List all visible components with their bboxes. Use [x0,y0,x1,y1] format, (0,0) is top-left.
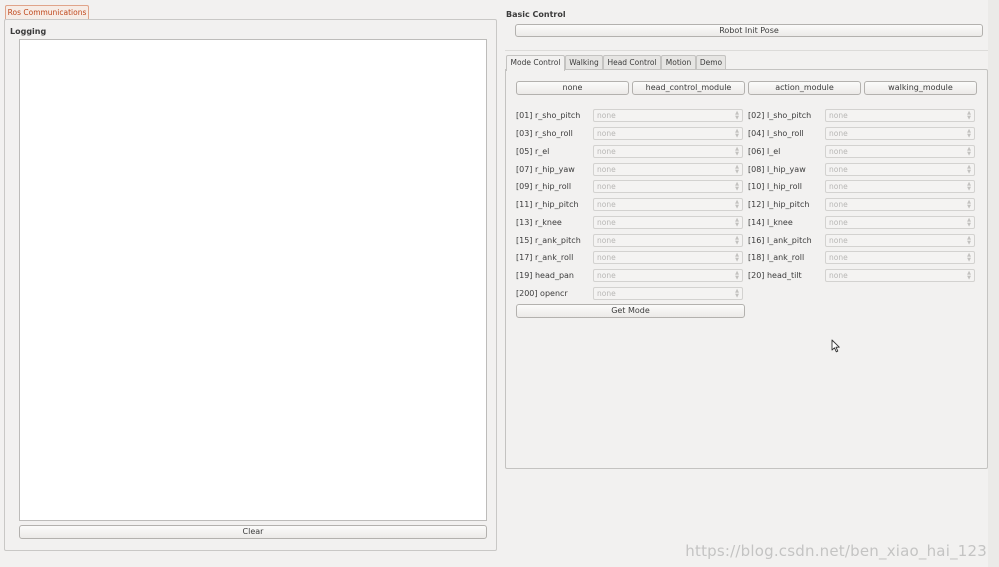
joint-label: [09] r_hip_roll [516,182,572,191]
joint-label: [06] l_el [748,147,781,156]
spin-arrows-icon: ▲ ▼ [735,164,739,175]
joint-label: [08] l_hip_yaw [748,165,806,174]
robot-init-pose-button[interactable]: Robot Init Pose [515,24,983,37]
tab-demo[interactable]: Demo [696,55,726,70]
joint-module-select[interactable]: none ▲ ▼ [825,198,975,211]
spin-arrows-icon: ▲ ▼ [967,199,971,210]
tab-motion[interactable]: Motion [661,55,696,70]
joint-module-select[interactable]: none ▲ ▼ [825,163,975,176]
get-mode-button[interactable]: Get Mode [516,304,745,318]
joint-label: [15] r_ank_pitch [516,236,581,245]
spin-arrows-icon: ▲ ▼ [967,164,971,175]
none-module-button[interactable]: none [516,81,629,95]
joint-module-select[interactable]: none ▲ ▼ [593,287,743,300]
joint-label: [13] r_knee [516,218,562,227]
joint-module-select[interactable]: none ▲ ▼ [825,269,975,282]
joint-module-select[interactable]: none ▲ ▼ [825,127,975,140]
joint-label: [16] l_ank_pitch [748,236,812,245]
joint-module-select[interactable]: none ▲ ▼ [593,234,743,247]
spin-arrows-icon: ▲ ▼ [967,270,971,281]
tab-walking[interactable]: Walking [565,55,603,70]
spin-arrows-icon: ▲ ▼ [967,252,971,263]
joint-module-select[interactable]: none ▲ ▼ [593,180,743,193]
joint-module-select[interactable]: none ▲ ▼ [593,127,743,140]
spin-arrows-icon: ▲ ▼ [735,217,739,228]
spin-arrows-icon: ▲ ▼ [735,235,739,246]
joint-module-select[interactable]: none ▲ ▼ [593,163,743,176]
joint-label: [01] r_sho_pitch [516,111,581,120]
tab-mode-control[interactable]: Mode Control [506,55,565,71]
window-edge [988,0,999,567]
joint-module-select[interactable]: none ▲ ▼ [825,216,975,229]
spin-arrows-icon: ▲ ▼ [735,128,739,139]
head-control-module-button[interactable]: head_control_module [632,81,745,95]
tab-ros-communications[interactable]: Ros Communications [5,5,89,19]
spin-arrows-icon: ▲ ▼ [967,110,971,121]
joint-label: [03] r_sho_roll [516,129,573,138]
joint-module-select[interactable]: none ▲ ▼ [593,109,743,122]
joint-label: [10] l_hip_roll [748,182,803,191]
divider [505,50,988,51]
joint-module-select[interactable]: none ▲ ▼ [825,234,975,247]
joint-label: [18] l_ank_roll [748,253,805,262]
joint-module-select[interactable]: none ▲ ▼ [593,198,743,211]
joint-module-select[interactable]: none ▲ ▼ [593,216,743,229]
joint-module-select[interactable]: none ▲ ▼ [825,251,975,264]
basic-control-title: Basic Control [506,10,566,19]
joint-label: [17] r_ank_roll [516,253,574,262]
spin-arrows-icon: ▲ ▼ [735,199,739,210]
spin-arrows-icon: ▲ ▼ [735,288,739,299]
joint-module-select[interactable]: none ▲ ▼ [825,145,975,158]
spin-arrows-icon: ▲ ▼ [967,128,971,139]
spin-arrows-icon: ▲ ▼ [735,146,739,157]
joint-label: [02] l_sho_pitch [748,111,812,120]
logging-title: Logging [10,27,47,36]
tab-head-control[interactable]: Head Control [603,55,661,70]
joint-module-select[interactable]: none ▲ ▼ [825,109,975,122]
spin-arrows-icon: ▲ ▼ [735,252,739,263]
spin-arrows-icon: ▲ ▼ [967,181,971,192]
joint-module-select[interactable]: none ▲ ▼ [593,251,743,264]
joint-label: [19] head_pan [516,271,574,280]
logging-list[interactable] [19,39,487,521]
joint-label: [200] opencr [516,289,568,298]
spin-arrows-icon: ▲ ▼ [735,110,739,121]
joint-module-select[interactable]: none ▲ ▼ [593,269,743,282]
mouse-cursor-icon [831,339,840,353]
joint-label: [04] l_sho_roll [748,129,804,138]
spin-arrows-icon: ▲ ▼ [967,235,971,246]
joint-label: [14] l_knee [748,218,793,227]
clear-button[interactable]: Clear [19,525,487,539]
joint-label: [07] r_hip_yaw [516,165,575,174]
spin-arrows-icon: ▲ ▼ [735,181,739,192]
watermark-text: https://blog.csdn.net/ben_xiao_hai_123 [685,542,987,560]
joint-module-select[interactable]: none ▲ ▼ [593,145,743,158]
joint-label: [20] head_tilt [748,271,802,280]
joint-label: [05] r_el [516,147,550,156]
joint-module-select[interactable]: none ▲ ▼ [825,180,975,193]
action-module-button[interactable]: action_module [748,81,861,95]
joint-label: [11] r_hip_pitch [516,200,579,209]
walking-module-button[interactable]: walking_module [864,81,977,95]
spin-arrows-icon: ▲ ▼ [967,217,971,228]
spin-arrows-icon: ▲ ▼ [735,270,739,281]
joint-label: [12] l_hip_pitch [748,200,810,209]
spin-arrows-icon: ▲ ▼ [967,146,971,157]
